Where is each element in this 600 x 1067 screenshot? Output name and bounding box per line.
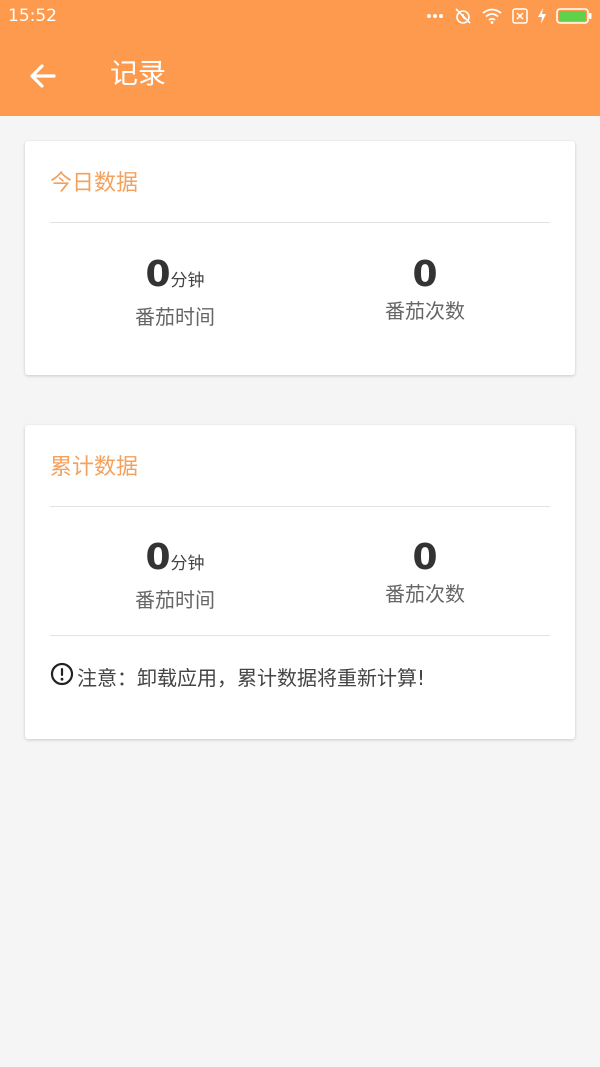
tomato-time-stat: 0分钟 番茄时间 [50,255,300,331]
tomato-time-label: 番茄时间 [135,588,215,612]
status-bar: 15:52 [0,0,600,32]
tomato-count-value: 0 [412,254,438,295]
divider [50,635,550,636]
tomato-time-value: 0 [145,537,171,578]
status-time: 15:52 [8,6,57,26]
more-icon [426,13,444,19]
card-title: 今日数据 [50,171,139,196]
charging-icon [538,8,546,24]
tomato-count-stat: 0 番茄次数 [300,255,550,325]
app-header: 15:52 记录 [0,0,600,116]
today-data-card: 今日数据 0分钟 番茄时间 0 番茄次数 [25,141,575,375]
battery-icon [556,8,592,24]
tomato-count-stat: 0 番茄次数 [300,538,550,608]
total-data-card: 累计数据 0分钟 番茄时间 0 番茄次数 注意：卸载应用，累计数据将重新计算! [25,425,575,739]
wifi-icon [482,8,502,24]
tomato-time-label: 番茄时间 [135,305,215,329]
tomato-time-value: 0 [145,254,171,295]
exclamation-circle-icon [50,662,74,690]
sim-icon [512,8,528,24]
tomato-count-label: 番茄次数 [385,299,465,323]
tomato-time-unit: 分钟 [170,271,205,291]
uninstall-notice: 注意：卸载应用，累计数据将重新计算! [50,661,425,691]
tomato-time-unit: 分钟 [170,554,205,574]
notice-text: 注意：卸载应用，累计数据将重新计算! [77,665,426,690]
status-icons [426,7,592,25]
divider [50,506,550,507]
tomato-count-label: 番茄次数 [385,582,465,606]
page-title: 记录 [110,57,167,90]
tomato-count-value: 0 [412,537,438,578]
divider [50,222,550,223]
alarm-off-icon [454,7,472,25]
tomato-time-stat: 0分钟 番茄时间 [50,538,300,614]
card-title: 累计数据 [50,455,139,480]
arrow-left-icon [24,64,64,100]
back-button[interactable] [24,56,64,96]
toolbar: 记录 [0,32,600,116]
